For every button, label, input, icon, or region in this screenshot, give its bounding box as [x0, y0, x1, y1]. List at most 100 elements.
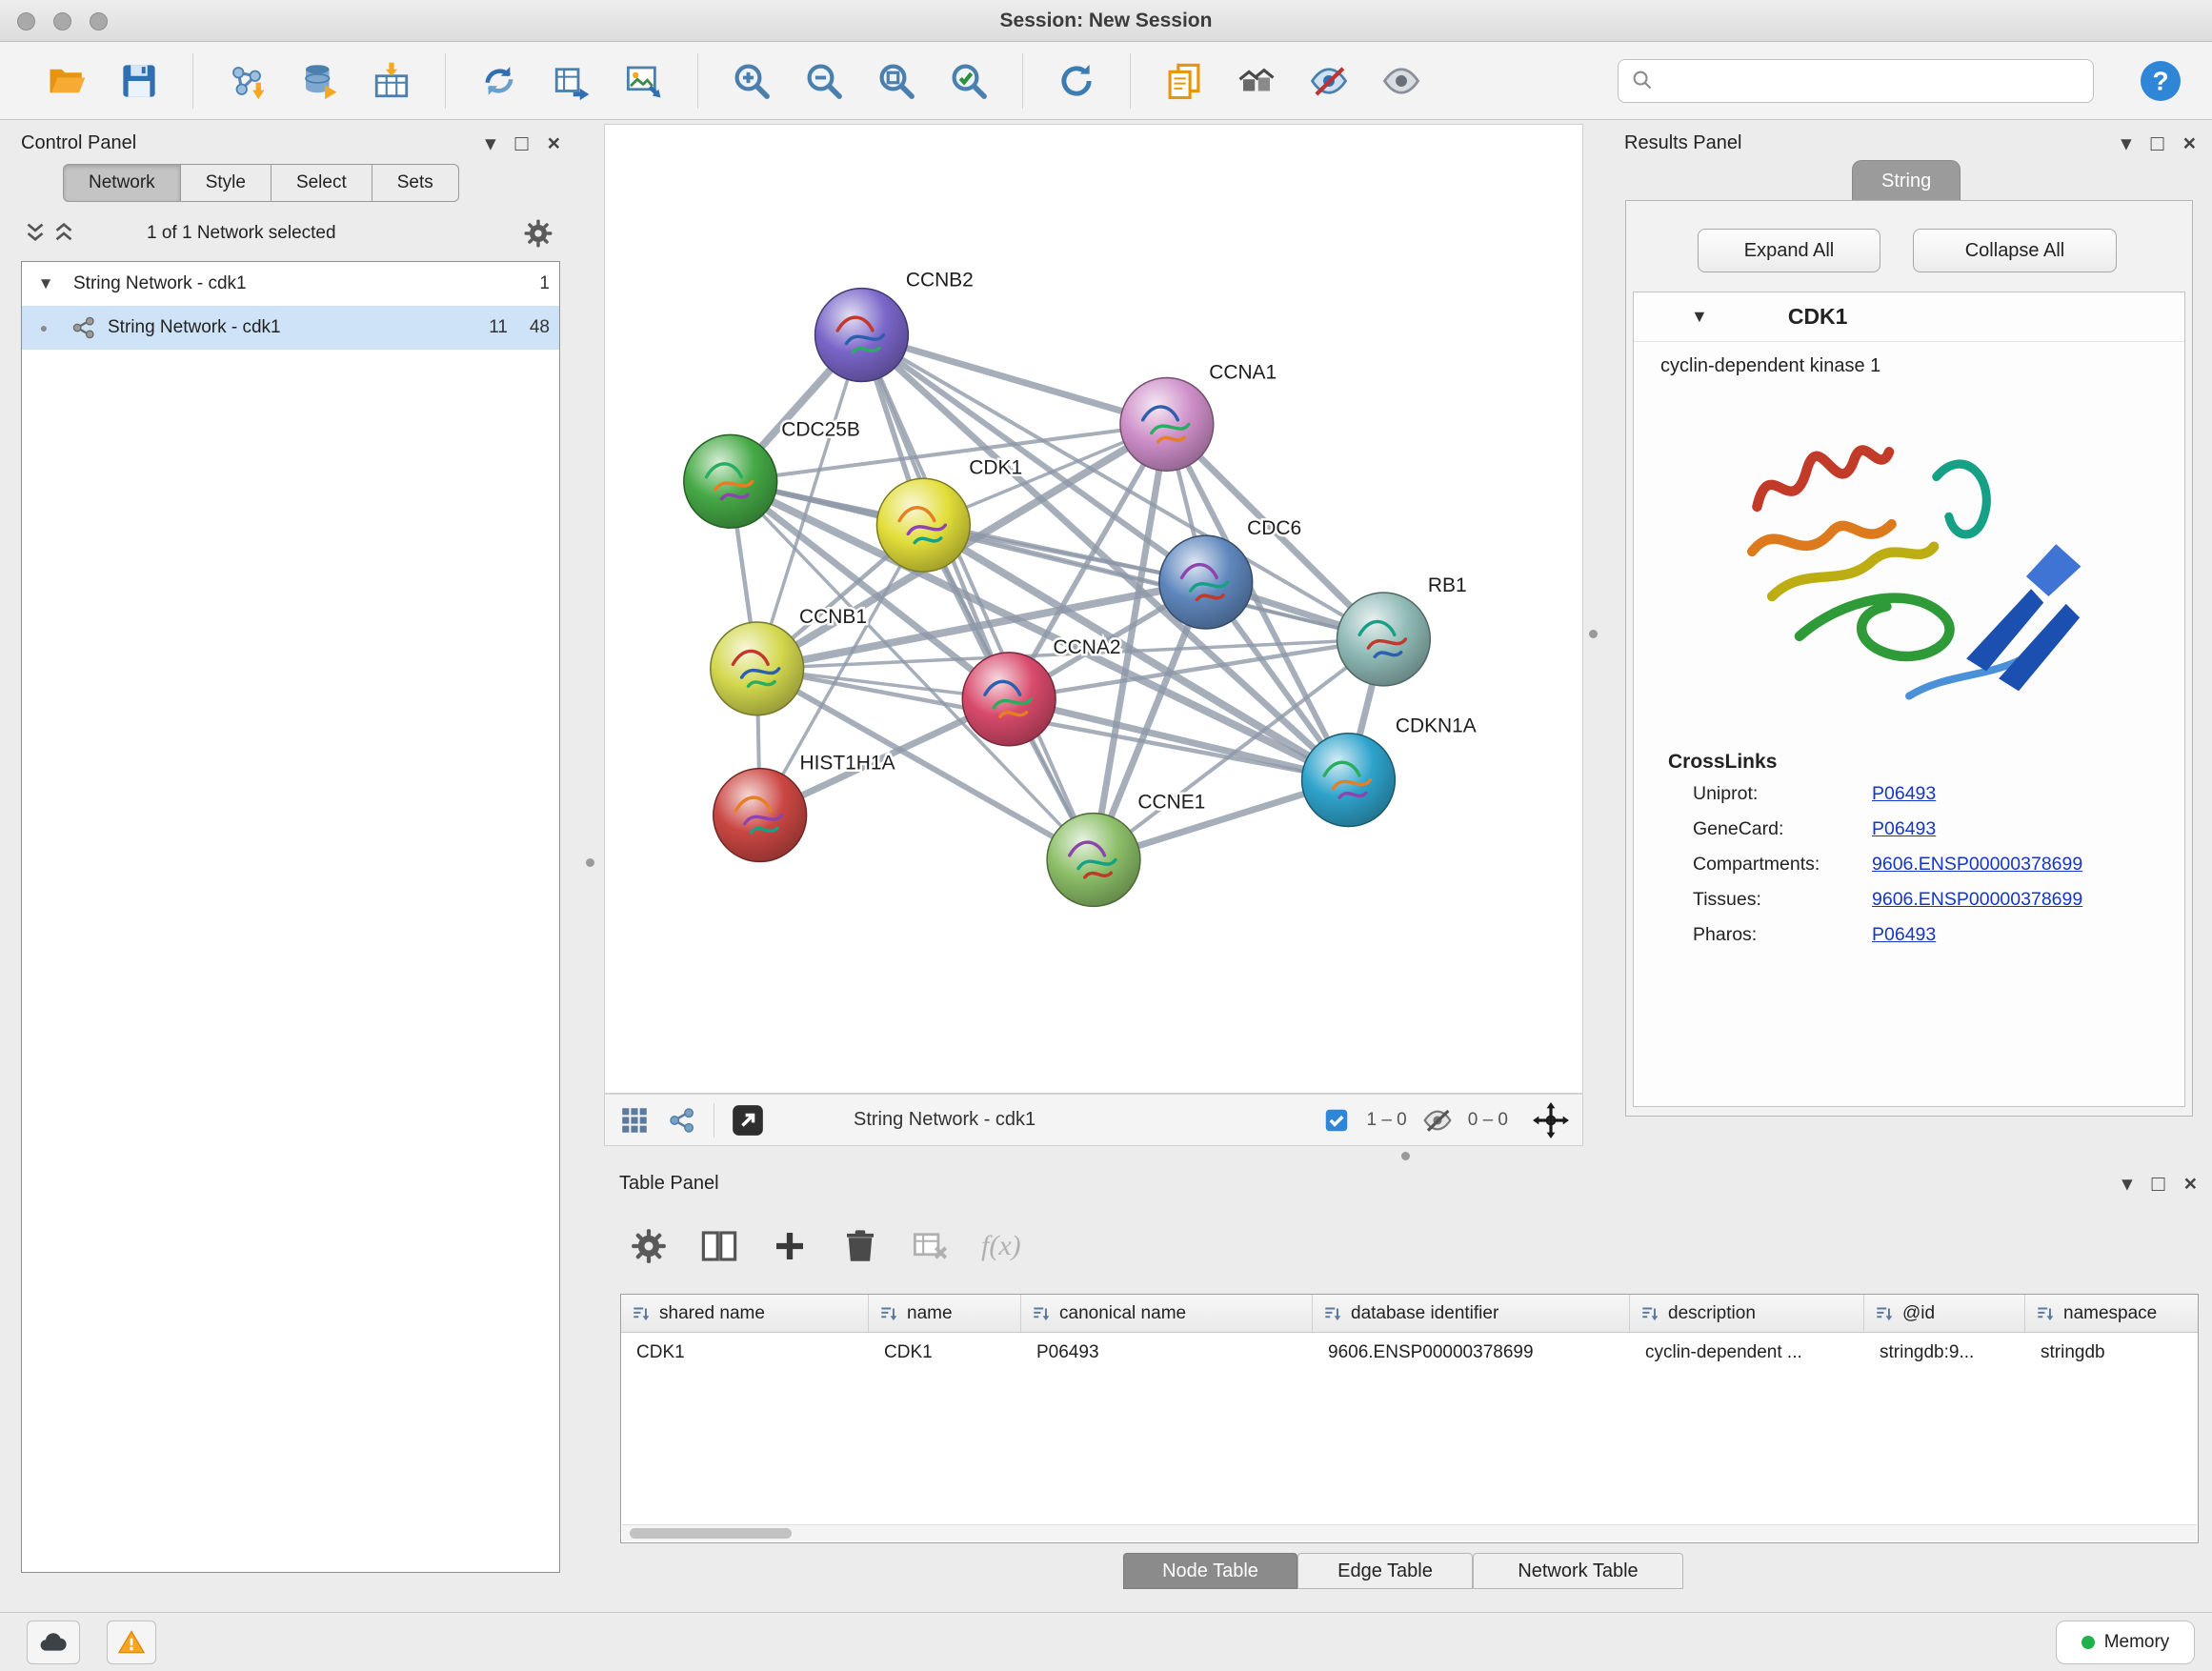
cloud-button[interactable] [27, 1621, 80, 1664]
crosslink-link[interactable]: 9606.ENSP00000378699 [1872, 854, 2082, 876]
tab-node-table[interactable]: Node Table [1123, 1553, 1297, 1589]
window-minimize-button[interactable] [53, 12, 71, 30]
detach-view-icon[interactable] [730, 1102, 766, 1138]
svg-text:?: ? [2152, 66, 2168, 95]
tab-network[interactable]: Network [63, 164, 181, 202]
memory-button[interactable]: Memory [2056, 1621, 2195, 1664]
network-node-rb1[interactable] [1337, 593, 1430, 686]
network-node-ccne1[interactable] [1047, 814, 1140, 907]
toolbar-search[interactable] [1618, 59, 2094, 103]
warnings-button[interactable] [107, 1621, 156, 1664]
collapse-all-networks-icon[interactable] [50, 219, 78, 248]
string-share-icon[interactable] [666, 1104, 698, 1137]
table-row[interactable]: CDK1CDK1P064939606.ENSP00000378699cyclin… [621, 1333, 2198, 1373]
birdseye-grid-icon[interactable] [618, 1104, 651, 1137]
expand-all-networks-icon[interactable] [21, 219, 50, 248]
crosslink-link[interactable]: 9606.ENSP00000378699 [1872, 889, 2082, 911]
results-panel-float-icon[interactable]: □ [2151, 132, 2164, 154]
save-session-button[interactable] [114, 54, 164, 108]
column-header-description[interactable]: description [1630, 1295, 1864, 1332]
import-table-button[interactable] [367, 54, 416, 108]
column-header-namespace[interactable]: namespace [2025, 1295, 2199, 1332]
table-panel-close-icon[interactable]: × [2184, 1173, 2197, 1195]
tab-network-table[interactable]: Network Table [1473, 1553, 1683, 1589]
network-node-ccnb1[interactable] [711, 622, 804, 715]
network-node-cdkn1a[interactable] [1302, 734, 1396, 827]
scrollbar-thumb[interactable] [630, 1528, 792, 1539]
tab-select[interactable]: Select [271, 164, 372, 202]
open-session-button[interactable] [42, 54, 91, 108]
network-node-ccna2[interactable] [962, 653, 1056, 746]
hidden-edges-icon[interactable] [1422, 1105, 1453, 1136]
crosslink-link[interactable]: P06493 [1872, 783, 1936, 805]
export-image-button[interactable] [619, 54, 669, 108]
table-panel-collapse-icon[interactable]: ▾ [2122, 1173, 2133, 1195]
results-panel-collapse-icon[interactable]: ▾ [2121, 132, 2132, 154]
column-header-database-identifier[interactable]: database identifier [1313, 1295, 1630, 1332]
control-panel-float-icon[interactable]: □ [515, 132, 529, 154]
zoom-fit-button[interactable] [872, 54, 921, 108]
collapse-all-button[interactable]: Collapse All [1913, 229, 2117, 272]
expand-all-button[interactable]: Expand All [1698, 229, 1880, 272]
network-collection-row[interactable]: ▼ String Network - cdk1 1 [22, 262, 559, 306]
network-options-gear-icon[interactable] [522, 217, 554, 250]
fit-content-crosshair-icon[interactable] [1533, 1102, 1569, 1138]
left-splitter-handle[interactable] [586, 858, 594, 867]
table-cell: CDK1 [869, 1342, 1021, 1363]
tab-string[interactable]: String [1852, 160, 1961, 201]
show-columns-icon[interactable] [699, 1226, 739, 1266]
tab-edge-table[interactable]: Edge Table [1297, 1553, 1473, 1589]
window-zoom-button[interactable] [90, 12, 108, 30]
search-input[interactable] [1664, 70, 2081, 91]
delete-column-icon[interactable] [840, 1226, 880, 1266]
column-header--id[interactable]: @id [1864, 1295, 2025, 1332]
toolbar-separator [445, 53, 446, 109]
selected-nodes-icon[interactable] [1322, 1106, 1351, 1135]
table-horizontal-scrollbar[interactable] [622, 1524, 2197, 1541]
right-splitter-handle[interactable] [1589, 630, 1598, 638]
horizontal-splitter-handle[interactable] [1401, 1152, 1410, 1160]
import-network-button[interactable] [222, 54, 271, 108]
crosslink-link[interactable]: P06493 [1872, 818, 1936, 840]
import-database-button[interactable] [294, 54, 344, 108]
memory-label: Memory [2104, 1632, 2170, 1653]
network-overview-button[interactable] [1232, 54, 1281, 108]
column-header-name[interactable]: name [869, 1295, 1021, 1332]
sort-icon [1031, 1303, 1052, 1324]
zoom-selected-button[interactable] [944, 54, 994, 108]
disclosure-triangle-icon[interactable]: ▼ [31, 274, 60, 293]
column-header-label: canonical name [1059, 1303, 1186, 1324]
delete-table-icon [911, 1226, 951, 1266]
protein-disclosure-icon[interactable]: ▼ [1691, 307, 1708, 327]
tab-style[interactable]: Style [181, 164, 271, 202]
network-canvas[interactable]: CCNB2CCNA1CDC25BCDK1CDC6RB1CCNB1CCNA2CDK… [604, 124, 1583, 1094]
control-panel-collapse-icon[interactable]: ▾ [485, 132, 496, 154]
window-close-button[interactable] [17, 12, 35, 30]
control-panel-close-icon[interactable]: × [548, 132, 560, 154]
apply-layout-button[interactable] [1052, 54, 1101, 108]
table-toolbar: f(x) [629, 1219, 1021, 1273]
network-node-hist1h1a[interactable] [714, 769, 807, 862]
network-node-cdc25b[interactable] [684, 434, 777, 528]
add-column-icon[interactable] [770, 1226, 810, 1266]
network-node-ccnb2[interactable] [815, 289, 909, 382]
new-network-button[interactable] [474, 54, 524, 108]
copy-document-button[interactable] [1159, 54, 1209, 108]
network-node-cdc6[interactable] [1159, 535, 1253, 629]
zoom-in-button[interactable] [727, 54, 776, 108]
table-options-gear-icon[interactable] [629, 1226, 669, 1266]
column-header-shared-name[interactable]: shared name [621, 1295, 869, 1332]
hide-selected-button[interactable] [1304, 54, 1354, 108]
column-header-canonical-name[interactable]: canonical name [1021, 1295, 1313, 1332]
show-all-button[interactable] [1377, 54, 1426, 108]
results-panel-close-icon[interactable]: × [2183, 132, 2196, 154]
help-button[interactable]: ? [2138, 58, 2183, 104]
zoom-out-button[interactable] [799, 54, 849, 108]
network-node-ccna1[interactable] [1120, 377, 1214, 471]
crosslink-link[interactable]: P06493 [1872, 924, 1936, 946]
network-node-cdk1[interactable] [876, 478, 970, 572]
table-panel-float-icon[interactable]: □ [2152, 1173, 2165, 1195]
export-network-button[interactable] [547, 54, 596, 108]
network-row[interactable]: ● String Network - cdk1 11 48 [22, 306, 559, 350]
tab-sets[interactable]: Sets [372, 164, 459, 202]
